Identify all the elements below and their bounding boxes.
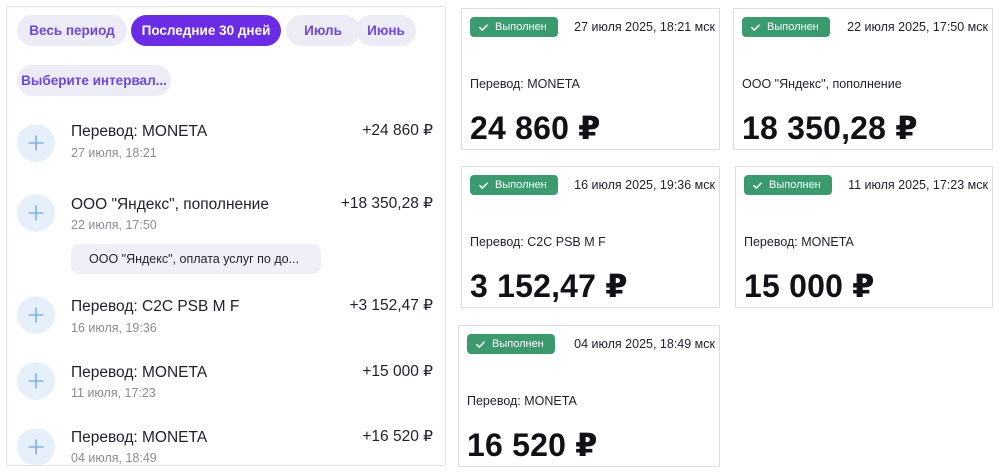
transaction-title: Перевод: C2C PSB M F <box>71 298 240 315</box>
transaction-date: 16 июля, 19:36 <box>71 321 157 335</box>
receipt-datetime: 16 июля 2025, 19:36 мск <box>574 178 715 192</box>
receipt-card[interactable]: Выполнен 16 июля 2025, 19:36 мск Перевод… <box>461 166 720 308</box>
receipt-amount: 24 860 ₽ <box>470 110 601 146</box>
status-badge: Выполнен <box>742 17 830 37</box>
transaction-date: 04 июля, 18:49 <box>71 451 157 465</box>
transaction-item[interactable]: Перевод: MONETA 04 июля, 18:49 +16 520 ₽ <box>7 415 445 465</box>
transaction-date: 27 июля, 18:21 <box>71 146 157 160</box>
filter-last-30-days[interactable]: Последние 30 дней <box>131 15 281 46</box>
status-label: Выполнен <box>492 338 544 350</box>
receipt-description: Перевод: MONETA <box>467 394 577 408</box>
transaction-amount: +18 350,28 ₽ <box>340 195 433 212</box>
check-icon <box>753 181 762 189</box>
transaction-title: Перевод: MONETA <box>71 364 208 381</box>
status-label: Выполнен <box>767 21 819 33</box>
transaction-amount: +3 152,47 ₽ <box>349 297 433 314</box>
transaction-date: 22 июля, 17:50 <box>71 218 157 232</box>
plus-icon <box>17 428 55 465</box>
receipt-description: Перевод: MONETA <box>470 77 580 91</box>
transaction-amount: +15 000 ₽ <box>362 363 433 380</box>
filter-june[interactable]: Июнь <box>356 15 416 46</box>
receipt-card[interactable]: Выполнен 11 июля 2025, 17:23 мск Перевод… <box>735 166 993 308</box>
check-icon <box>476 340 485 348</box>
status-label: Выполнен <box>495 179 547 191</box>
transaction-amount: +24 860 ₽ <box>362 122 433 139</box>
receipt-card[interactable]: Выполнен 27 июля 2025, 18:21 мск Перевод… <box>461 8 720 150</box>
receipt-amount: 18 350,28 ₽ <box>742 110 918 146</box>
filter-july[interactable]: Июль <box>286 15 360 46</box>
transaction-note: ООО "Яндекс", оплата услуг по до... <box>71 244 321 274</box>
status-label: Выполнен <box>769 179 821 191</box>
transaction-item[interactable]: Перевод: C2C PSB M F 16 июля, 19:36 +3 1… <box>7 283 445 349</box>
transaction-title: Перевод: MONETA <box>71 123 208 140</box>
transaction-title: Перевод: MONETA <box>71 429 208 446</box>
receipt-amount: 16 520 ₽ <box>467 427 598 463</box>
transaction-date: 11 июля, 17:23 <box>71 386 156 400</box>
receipt-card[interactable]: Выполнен 04 июля 2025, 18:49 мск Перевод… <box>458 325 720 467</box>
plus-icon <box>17 194 55 232</box>
receipt-datetime: 27 июля 2025, 18:21 мск <box>574 20 715 34</box>
check-icon <box>751 23 760 31</box>
receipt-datetime: 22 июля 2025, 17:50 мск <box>847 20 988 34</box>
plus-icon <box>17 362 55 400</box>
receipt-datetime: 11 июля 2025, 17:23 мск <box>848 178 988 192</box>
receipt-description: Перевод: MONETA <box>744 235 854 249</box>
receipt-amount: 3 152,47 ₽ <box>470 268 628 304</box>
transaction-item[interactable]: Перевод: MONETA 27 июля, 18:21 +24 860 ₽ <box>7 107 445 173</box>
receipt-card[interactable]: Выполнен 22 июля 2025, 17:50 мск ООО "Ян… <box>733 8 993 150</box>
status-badge: Выполнен <box>470 17 558 37</box>
receipt-amount: 15 000 ₽ <box>744 268 875 304</box>
plus-icon <box>17 296 55 334</box>
transaction-title: ООО "Яндекс", пополнение <box>71 196 269 213</box>
filter-choose-interval[interactable]: Выберите интервал... <box>17 65 171 96</box>
check-icon <box>479 23 488 31</box>
operations-panel: Весь период Последние 30 дней Июль Июнь … <box>6 6 446 466</box>
status-label: Выполнен <box>495 21 547 33</box>
transaction-item[interactable]: Перевод: MONETA 11 июля, 17:23 +15 000 ₽ <box>7 349 445 415</box>
receipt-datetime: 04 июля 2025, 18:49 мск <box>574 337 715 351</box>
check-icon <box>479 181 488 189</box>
status-badge: Выполнен <box>744 175 832 195</box>
status-badge: Выполнен <box>470 175 558 195</box>
transaction-amount: +16 520 ₽ <box>362 428 433 445</box>
receipt-description: Перевод: C2C PSB M F <box>470 235 606 249</box>
plus-icon <box>17 124 55 162</box>
transaction-item[interactable]: ООО "Яндекс", пополнение 22 июля, 17:50 … <box>7 173 445 283</box>
receipt-description: ООО "Яндекс", пополнение <box>742 77 902 91</box>
filter-all-period[interactable]: Весь период <box>17 15 127 46</box>
status-badge: Выполнен <box>467 334 555 354</box>
